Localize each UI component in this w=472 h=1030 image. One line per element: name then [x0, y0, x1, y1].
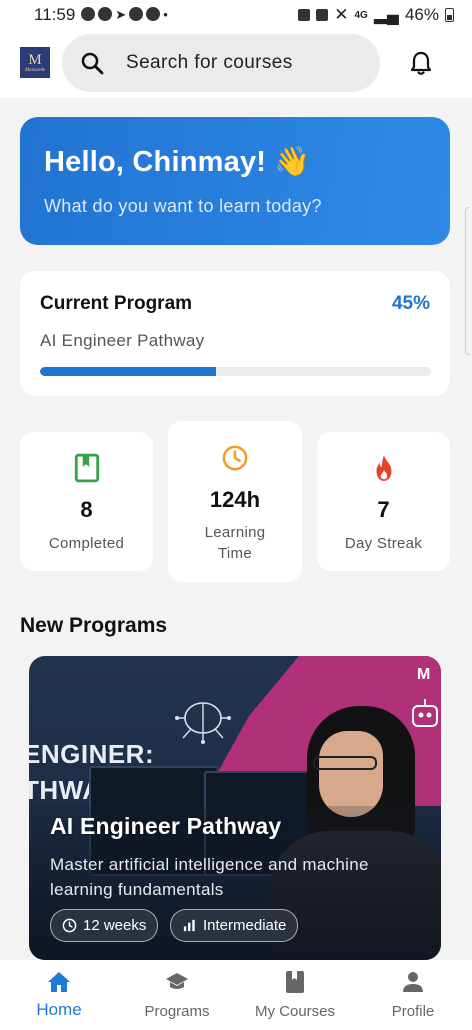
- stat-label: Completed: [48, 535, 125, 552]
- network-type: 4G: [354, 9, 368, 21]
- course-title: AI Engineer Pathway: [50, 813, 282, 839]
- bar-chart-icon: [183, 919, 195, 932]
- nav-item-programs[interactable]: Programs: [118, 960, 236, 1030]
- status-right: ✕ 4G ▂▄ 46%: [298, 5, 454, 25]
- notification-bell-icon[interactable]: [409, 50, 433, 76]
- person-face: [319, 731, 383, 817]
- logo-text: Mansarde: [24, 67, 46, 73]
- search-bar[interactable]: [62, 34, 380, 92]
- app-header: M Mansarde: [0, 30, 472, 98]
- telegram-icon: ➤: [115, 7, 127, 22]
- stat-value: 124h: [209, 487, 261, 512]
- facebook-icon: [81, 7, 96, 21]
- logo-letter: M: [28, 51, 42, 68]
- lock-icon: [298, 9, 311, 21]
- brand-mark-icon: M: [417, 666, 431, 683]
- nav-item-home[interactable]: Home: [0, 960, 118, 1030]
- bookmark-book-icon: [286, 971, 304, 993]
- stat-card-learning-time[interactable]: 124h Learning Time: [168, 421, 302, 582]
- stat-card-completed[interactable]: 8 Completed: [20, 432, 153, 571]
- greeting-subtitle: What do you want to learn today?: [44, 196, 322, 216]
- bottom-navigation: Home Programs My Courses Profile: [0, 960, 472, 1030]
- nav-label: Programs: [144, 1003, 210, 1020]
- status-time: 11:59: [34, 5, 76, 24]
- stat-label: Day Streak: [344, 535, 423, 552]
- level-badge: Intermediate: [170, 909, 299, 942]
- brain-circuit-icon: [175, 702, 231, 744]
- duration-text: 12 weeks: [83, 917, 147, 934]
- home-icon: [48, 972, 70, 992]
- search-icon: [81, 52, 104, 75]
- stat-value: 7: [377, 497, 390, 522]
- graduation-cap-icon: [166, 973, 188, 989]
- course-card[interactable]: ENGINER: THWAY M AI Engineer Pathway Mas…: [29, 656, 441, 960]
- signal-icon: ▂▄: [373, 5, 399, 24]
- book-icon: [74, 453, 99, 483]
- whatsapp-icon: [146, 7, 161, 21]
- program-progress-bar: [40, 367, 431, 376]
- search-input[interactable]: [126, 34, 366, 92]
- nav-label: My Courses: [254, 1003, 336, 1020]
- alarm-icon: [316, 9, 329, 21]
- nav-label: Profile: [391, 1003, 435, 1020]
- status-left: 11:59 ➤ •: [34, 5, 168, 25]
- stat-value: 8: [80, 497, 93, 522]
- program-progress-percent: 45%: [391, 293, 430, 314]
- more-dot-icon: •: [163, 7, 168, 22]
- duration-badge: 12 weeks: [50, 909, 159, 942]
- stat-card-day-streak[interactable]: 7 Day Streak: [317, 432, 450, 571]
- greeting-title: Hello, Chinmay! 👋: [44, 146, 311, 178]
- stat-label: Learning Time: [204, 524, 266, 562]
- mute-icon: ✕: [334, 5, 349, 24]
- clock-icon: [222, 445, 248, 471]
- person-icon: [403, 972, 423, 992]
- flame-icon: [376, 455, 391, 481]
- clock-icon: [62, 918, 77, 933]
- nav-label: Home: [36, 1000, 82, 1019]
- app-logo[interactable]: M Mansarde: [20, 47, 50, 78]
- battery-icon: [445, 8, 454, 22]
- current-program-card[interactable]: Current Program 45% AI Engineer Pathway: [20, 271, 450, 396]
- new-programs-title: New Programs: [20, 614, 168, 637]
- nav-item-my-courses[interactable]: My Courses: [236, 960, 354, 1030]
- battery-percent: 46%: [404, 5, 439, 24]
- facebook-icon: [98, 7, 113, 21]
- program-progress-fill: [40, 367, 216, 376]
- level-text: Intermediate: [203, 917, 287, 934]
- notification-icons: ➤ •: [81, 7, 168, 23]
- robot-icon: [412, 699, 438, 727]
- whatsapp-icon: [129, 7, 144, 21]
- program-header-row: Current Program 45%: [40, 293, 430, 315]
- scrollbar[interactable]: [465, 207, 470, 355]
- course-description: Master artificial intelligence and machi…: [50, 855, 369, 899]
- current-program-name: AI Engineer Pathway: [40, 331, 205, 350]
- greeting-banner: Hello, Chinmay! 👋 What do you want to le…: [20, 117, 450, 245]
- current-program-label: Current Program: [40, 293, 193, 314]
- status-bar: 11:59 ➤ • ✕ 4G ▂▄ 46%: [0, 0, 472, 30]
- nav-item-profile[interactable]: Profile: [354, 960, 472, 1030]
- glasses-graphic: [313, 756, 377, 770]
